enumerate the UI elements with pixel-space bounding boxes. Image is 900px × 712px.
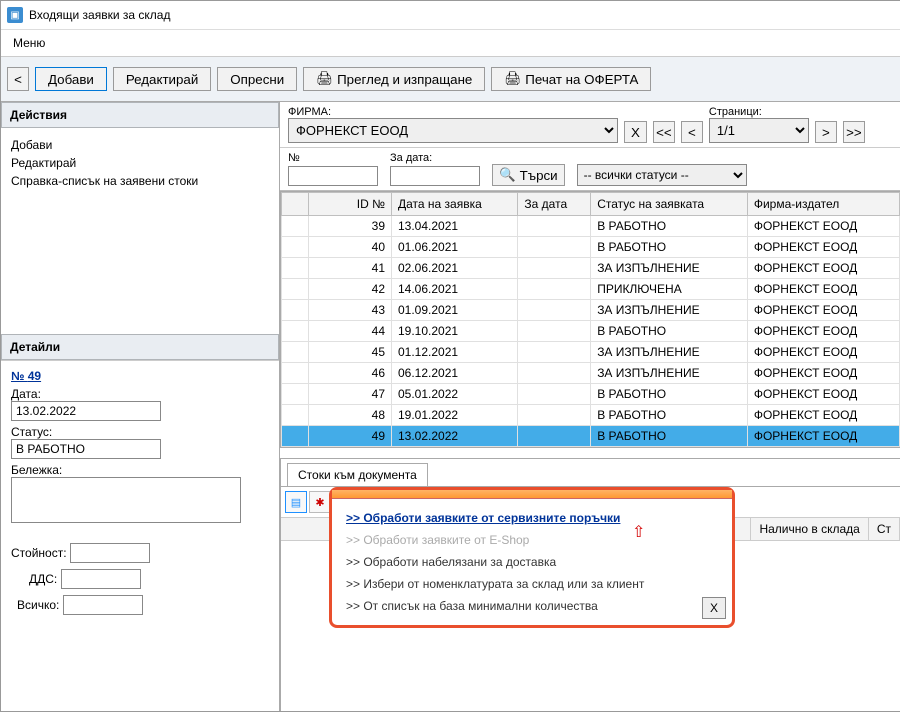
- search-no-label: №: [288, 152, 378, 164]
- detail-number[interactable]: 49: [28, 369, 41, 383]
- firm-select[interactable]: ФОРНЕКСТ ЕООД: [288, 118, 618, 143]
- search-button[interactable]: 🔍 Търси: [492, 164, 565, 186]
- detail-date-label: Дата:: [11, 387, 269, 401]
- amount-label: Стойност:: [11, 546, 67, 560]
- printer-icon: 🖨: [504, 71, 521, 87]
- add-button[interactable]: Добави: [35, 67, 107, 91]
- search-date-label: За дата:: [390, 152, 480, 164]
- printer-icon: 🖨: [316, 71, 333, 87]
- toolbar: < Добави Редактирай Опресни 🖨 Преглед и …: [1, 57, 900, 102]
- page-next-button[interactable]: >: [815, 121, 837, 143]
- popup-opt-minqty[interactable]: >> От списък на база минимални количеств…: [346, 595, 718, 617]
- table-row[interactable]: 4501.12.2021ЗА ИЗПЪЛНЕНИЕФОРНЕКСТ ЕООД: [282, 342, 900, 363]
- table-row[interactable]: 3913.04.2021В РАБОТНОФОРНЕКСТ ЕООД: [282, 216, 900, 237]
- col-st[interactable]: Ст: [869, 518, 900, 540]
- vat-label: ДДС:: [29, 572, 57, 586]
- col-id[interactable]: ID №: [309, 193, 392, 216]
- preview-send-button[interactable]: 🖨 Преглед и изпращане: [303, 67, 485, 91]
- doc-items-panel: Стоки към документа ▤ ✱ ✖ ▦ Налично в ск…: [280, 458, 900, 712]
- requests-grid[interactable]: ID № Дата на заявка За дата Статус на за…: [280, 191, 900, 448]
- table-row[interactable]: 4606.12.2021ЗА ИЗПЪЛНЕНИЕФОРНЕКСТ ЕООД: [282, 363, 900, 384]
- col-stock[interactable]: Налично в склада: [751, 518, 868, 540]
- table-row[interactable]: 4301.09.2021ЗА ИЗПЪЛНЕНИЕФОРНЕКСТ ЕООД: [282, 300, 900, 321]
- popup-opt-delivery[interactable]: >> Обработи набелязани за доставка: [346, 551, 718, 573]
- app-icon: ▣: [7, 7, 23, 23]
- page-last-button[interactable]: >>: [843, 121, 865, 143]
- firm-label: ФИРМА:: [288, 106, 618, 118]
- doc-items-tab[interactable]: Стоки към документа: [287, 463, 428, 486]
- search-label: Търси: [520, 168, 558, 183]
- table-row[interactable]: 4001.06.2021В РАБОТНОФОРНЕКСТ ЕООД: [282, 237, 900, 258]
- detail-status-input[interactable]: [11, 439, 161, 459]
- detail-note-input[interactable]: [11, 477, 241, 523]
- menubar: Меню: [1, 30, 900, 57]
- amount-input[interactable]: [70, 543, 150, 563]
- popup-titlebar[interactable]: [332, 490, 732, 499]
- pages-label: Страници:: [709, 106, 809, 118]
- col-status[interactable]: Статус на заявката: [591, 193, 748, 216]
- page-first-button[interactable]: <<: [653, 121, 675, 143]
- col-issuer[interactable]: Фирма-издател: [747, 193, 899, 216]
- edit-button[interactable]: Редактирай: [113, 67, 211, 91]
- col-req-date[interactable]: Дата на заявка: [392, 193, 518, 216]
- action-edit[interactable]: Редактирай: [11, 154, 269, 172]
- popup-opt-service-orders[interactable]: >> Обработи заявките от сервизните поръч…: [346, 507, 718, 529]
- total-label: Всичко:: [17, 598, 59, 612]
- left-panel: Действия Добави Редактирай Справка-списъ…: [1, 102, 280, 712]
- details-header: Детайли: [1, 334, 279, 360]
- print-offer-label: Печат на ОФЕРТА: [525, 72, 638, 87]
- detail-status-label: Статус:: [11, 425, 269, 439]
- window-title: Входящи заявки за склад: [29, 8, 170, 22]
- search-icon: 🔍: [499, 167, 516, 183]
- page-prev-button[interactable]: <: [681, 121, 703, 143]
- total-input[interactable]: [63, 595, 143, 615]
- table-row[interactable]: 4214.06.2021ПРИКЛЮЧЕНАФОРНЕКСТ ЕООД: [282, 279, 900, 300]
- popup-close-button[interactable]: X: [702, 597, 726, 619]
- detail-number-label[interactable]: №: [11, 369, 28, 383]
- refresh-button[interactable]: Опресни: [217, 67, 297, 91]
- tool-icon-1[interactable]: ▤: [285, 491, 307, 513]
- actions-popup: >> Обработи заявките от сервизните поръч…: [329, 487, 735, 628]
- table-row[interactable]: 4705.01.2022В РАБОТНОФОРНЕКСТ ЕООД: [282, 384, 900, 405]
- detail-date-input[interactable]: [11, 401, 161, 421]
- table-row[interactable]: 4419.10.2021В РАБОТНОФОРНЕКСТ ЕООД: [282, 321, 900, 342]
- print-offer-button[interactable]: 🖨 Печат на ОФЕРТА: [491, 67, 651, 91]
- table-row[interactable]: 4102.06.2021ЗА ИЗПЪЛНЕНИЕФОРНЕКСТ ЕООД: [282, 258, 900, 279]
- table-row[interactable]: 4913.02.2022В РАБОТНОФОРНЕКСТ ЕООД: [282, 426, 900, 447]
- tool-icon-2[interactable]: ✱: [309, 491, 331, 513]
- popup-opt-eshop: >> Обработи заявките от E-Shop: [346, 529, 718, 551]
- actions-header: Действия: [1, 102, 279, 128]
- titlebar: ▣ Входящи заявки за склад: [1, 1, 900, 30]
- back-button[interactable]: <: [7, 67, 29, 91]
- popup-opt-nomenclature[interactable]: >> Избери от номенклатурата за склад или…: [346, 573, 718, 595]
- preview-send-label: Преглед и изпращане: [337, 72, 472, 87]
- page-select[interactable]: 1/1: [709, 118, 809, 143]
- action-report[interactable]: Справка-списък на заявени стоки: [11, 172, 269, 190]
- detail-note-label: Бележка:: [11, 463, 269, 477]
- col-for-date[interactable]: За дата: [518, 193, 591, 216]
- search-no-input[interactable]: [288, 166, 378, 186]
- firm-clear-button[interactable]: X: [624, 121, 647, 143]
- right-panel: ФИРМА: ФОРНЕКСТ ЕООД X << < Страници: 1/…: [280, 102, 900, 712]
- table-row[interactable]: 4819.01.2022В РАБОТНОФОРНЕКСТ ЕООД: [282, 405, 900, 426]
- status-filter-select[interactable]: -- всички статуси --: [577, 164, 747, 186]
- menu-item[interactable]: Меню: [7, 34, 51, 52]
- action-add[interactable]: Добави: [11, 136, 269, 154]
- search-date-input[interactable]: [390, 166, 480, 186]
- vat-input[interactable]: [61, 569, 141, 589]
